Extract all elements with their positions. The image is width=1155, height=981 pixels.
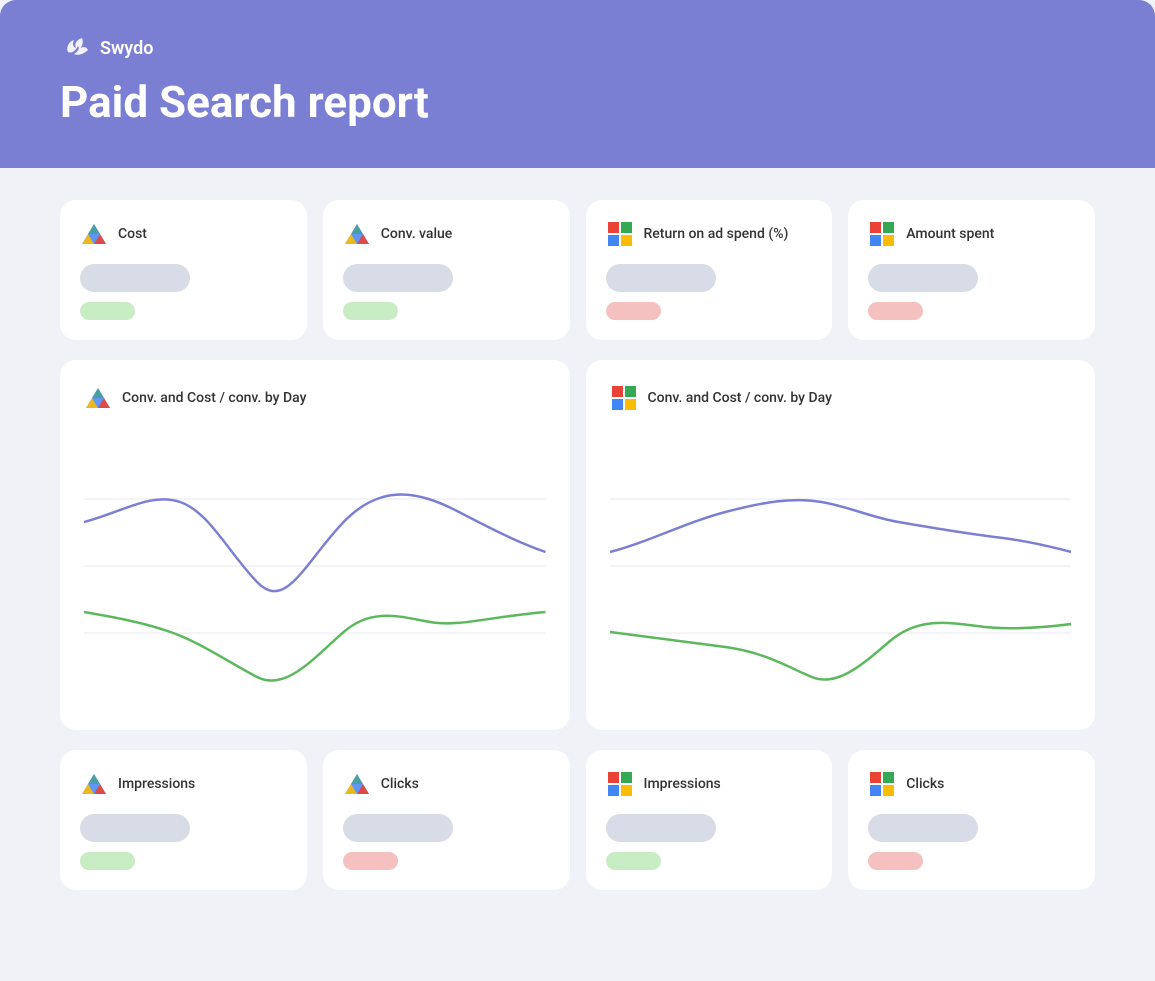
logo-area: Swydo xyxy=(60,32,1095,64)
card-title-google-clicks: Clicks xyxy=(381,776,419,792)
google-ads-icon xyxy=(343,220,371,248)
swydo-logo-icon xyxy=(60,32,92,64)
metric-card-cost: Cost xyxy=(60,200,307,340)
card-header-google-impressions: Impressions xyxy=(80,770,287,798)
card-title-ms-impressions: Impressions xyxy=(644,776,721,792)
change-skeleton xyxy=(868,302,923,320)
metric-cards-row: Cost Conv. value xyxy=(60,200,1095,340)
value-skeleton xyxy=(868,814,978,842)
card-title-amount-spent: Amount spent xyxy=(906,226,994,242)
value-skeleton xyxy=(606,264,716,292)
card-title-cost: Cost xyxy=(118,226,147,242)
chart-header-microsoft: Conv. and Cost / conv. by Day xyxy=(610,384,1072,412)
card-title-google-impressions: Impressions xyxy=(118,776,195,792)
card-title-roas: Return on ad spend (%) xyxy=(644,226,789,242)
card-header-roas: Return on ad spend (%) xyxy=(606,220,813,248)
change-skeleton xyxy=(606,852,661,870)
google-chart-svg xyxy=(84,432,546,702)
change-skeleton xyxy=(606,302,661,320)
bottom-card-google-clicks: Clicks xyxy=(323,750,570,890)
chart-title-microsoft: Conv. and Cost / conv. by Day xyxy=(648,390,832,406)
value-skeleton xyxy=(868,264,978,292)
value-skeleton xyxy=(80,814,190,842)
change-skeleton xyxy=(343,302,398,320)
metric-card-conv-value: Conv. value xyxy=(323,200,570,340)
google-ads-icon xyxy=(84,384,112,412)
value-skeleton xyxy=(343,814,453,842)
chart-card-google: Conv. and Cost / conv. by Day xyxy=(60,360,570,730)
card-header-conv-value: Conv. value xyxy=(343,220,550,248)
metric-card-roas: Return on ad spend (%) xyxy=(586,200,833,340)
change-skeleton xyxy=(868,852,923,870)
main-content: Cost Conv. value xyxy=(0,168,1155,930)
logo-text: Swydo xyxy=(100,38,153,59)
value-skeleton xyxy=(80,264,190,292)
value-skeleton xyxy=(343,264,453,292)
google-ads-icon xyxy=(343,770,371,798)
card-title-ms-clicks: Clicks xyxy=(906,776,944,792)
chart-card-microsoft: Conv. and Cost / conv. by Day xyxy=(586,360,1096,730)
microsoft-icon xyxy=(606,770,634,798)
chart-cards-row: Conv. and Cost / conv. by Day xyxy=(60,360,1095,730)
card-title-conv-value: Conv. value xyxy=(381,226,453,242)
card-header-ms-clicks: Clicks xyxy=(868,770,1075,798)
bottom-card-ms-clicks: Clicks xyxy=(848,750,1095,890)
microsoft-icon xyxy=(610,384,638,412)
card-header-amount-spent: Amount spent xyxy=(868,220,1075,248)
change-skeleton xyxy=(80,852,135,870)
microsoft-icon xyxy=(868,220,896,248)
bottom-card-google-impressions: Impressions xyxy=(60,750,307,890)
card-header-ms-impressions: Impressions xyxy=(606,770,813,798)
microsoft-chart-svg xyxy=(610,432,1072,702)
microsoft-icon xyxy=(606,220,634,248)
change-skeleton xyxy=(80,302,135,320)
chart-header-google: Conv. and Cost / conv. by Day xyxy=(84,384,546,412)
microsoft-icon xyxy=(868,770,896,798)
metric-card-amount-spent: Amount spent xyxy=(848,200,1095,340)
card-header-google-clicks: Clicks xyxy=(343,770,550,798)
bottom-card-ms-impressions: Impressions xyxy=(586,750,833,890)
card-header-cost: Cost xyxy=(80,220,287,248)
page-title: Paid Search report xyxy=(60,76,1095,128)
page-header: Swydo Paid Search report xyxy=(0,0,1155,168)
bottom-cards-row: Impressions Clicks xyxy=(60,750,1095,890)
google-ads-icon xyxy=(80,220,108,248)
chart-title-google: Conv. and Cost / conv. by Day xyxy=(122,390,306,406)
value-skeleton xyxy=(606,814,716,842)
google-ads-icon xyxy=(80,770,108,798)
change-skeleton xyxy=(343,852,398,870)
